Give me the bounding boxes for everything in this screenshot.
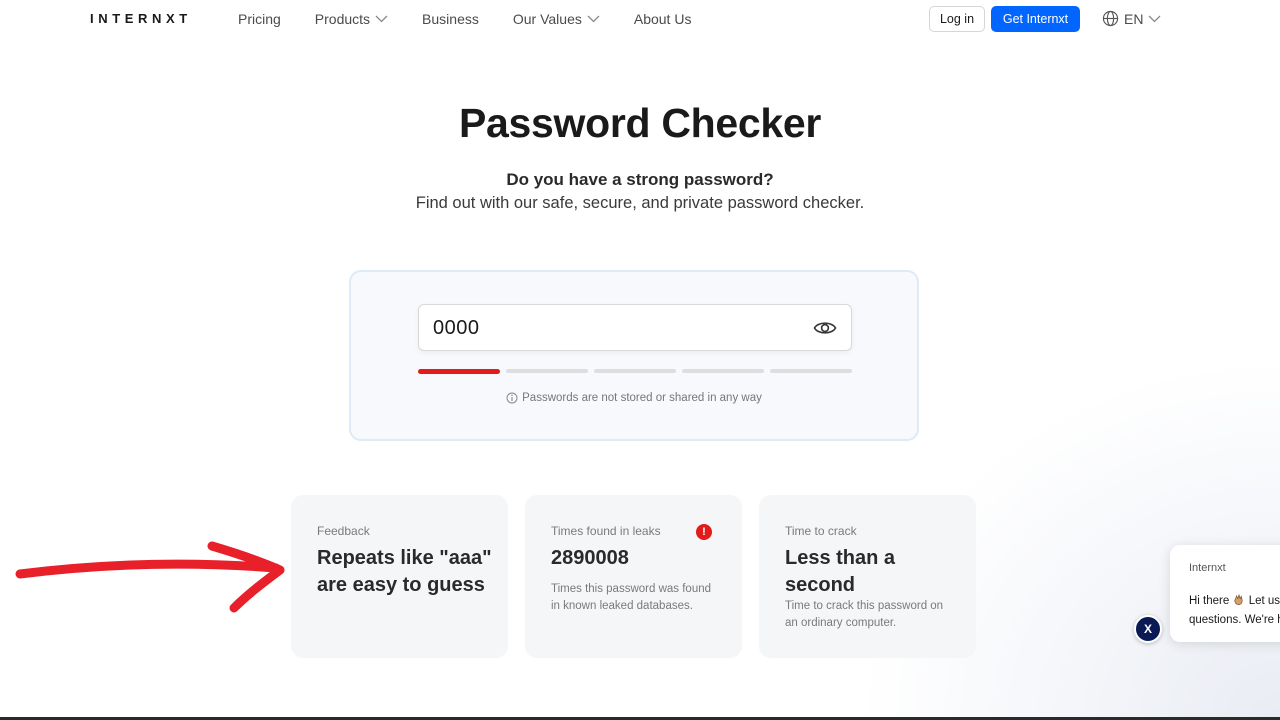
strength-segment xyxy=(506,369,588,373)
chat-close-button[interactable]: X xyxy=(1134,615,1162,643)
nav-about-us-label: About Us xyxy=(633,11,692,27)
nav-our-values-label: Our Values xyxy=(512,11,582,27)
password-field[interactable] xyxy=(418,304,852,351)
privacy-note-text: Passwords are not stored or shared in an… xyxy=(522,392,762,404)
crack-time-card: Time to crack Less than a second Time to… xyxy=(759,495,976,658)
password-checker-panel: Passwords are not stored or shared in an… xyxy=(349,270,919,441)
globe-icon xyxy=(1102,10,1119,27)
chat-second-line: questions. We're h xyxy=(1189,614,1280,626)
nav-pricing-label: Pricing xyxy=(238,11,281,27)
leaks-value: 2890008 xyxy=(551,547,629,569)
nav-about-us[interactable]: About Us xyxy=(634,11,692,27)
password-input[interactable] xyxy=(433,316,793,340)
info-icon xyxy=(506,392,518,404)
nav-products[interactable]: Products xyxy=(315,11,388,27)
chat-message-clip: Internxt Hi there Let us questions. We'r… xyxy=(1170,545,1280,642)
hero-question: Do you have a strong password? xyxy=(506,170,774,189)
chat-message-text: Hi there Let us questions. We're h xyxy=(1189,592,1280,630)
main-nav: Pricing Products Business Our Values Abo… xyxy=(238,11,725,27)
strength-meter xyxy=(418,369,852,374)
crack-time-description: Time to crack this password on an ordina… xyxy=(785,600,944,629)
strength-segment xyxy=(594,369,676,373)
get-internxt-button[interactable]: Get Internxt xyxy=(991,6,1080,32)
waving-hand-icon xyxy=(1234,593,1244,606)
login-button[interactable]: Log in xyxy=(929,6,985,32)
hero-description: Find out with our safe, secure, and priv… xyxy=(415,194,865,212)
leaks-card: Times found in leaks ! 2890008 Times thi… xyxy=(525,495,742,658)
leaks-description: Times this password was found in known l… xyxy=(551,583,712,612)
strength-segment xyxy=(770,369,852,373)
chat-message-bubble[interactable]: Internxt Hi there Let us questions. We'r… xyxy=(1170,545,1280,642)
language-selector[interactable]: EN xyxy=(1102,10,1161,27)
chevron-down-icon xyxy=(587,15,600,23)
page-title: Password Checker xyxy=(458,100,822,146)
nav-our-values[interactable]: Our Values xyxy=(513,11,600,27)
crack-time-label: Time to crack xyxy=(785,524,857,538)
alert-icon: ! xyxy=(696,524,712,540)
eye-icon[interactable] xyxy=(813,319,837,337)
chevron-down-icon xyxy=(1148,15,1161,22)
feedback-value: Repeats like "aaa" are easy to guess xyxy=(317,547,492,596)
chat-sender: Internxt xyxy=(1189,562,1226,574)
chevron-down-icon xyxy=(375,15,388,23)
strength-segment xyxy=(682,369,764,373)
top-navigation-bar: INTERNXT Pricing Products Business Our V… xyxy=(0,0,1280,38)
nav-products-label: Products xyxy=(314,11,371,27)
privacy-note: Passwords are not stored or shared in an… xyxy=(351,392,917,404)
nav-business[interactable]: Business xyxy=(422,11,479,27)
chat-greeting-rest: Let us xyxy=(1248,595,1280,607)
feedback-label: Feedback xyxy=(317,524,370,538)
page: INTERNXT Pricing Products Business Our V… xyxy=(0,0,1280,720)
strength-segment xyxy=(418,369,500,374)
annotation-arrow-icon xyxy=(15,541,285,613)
language-code: EN xyxy=(1124,10,1144,27)
crack-time-value: Less than a second xyxy=(785,547,896,596)
nav-business-label: Business xyxy=(422,11,479,27)
internxt-logo[interactable]: INTERNXT xyxy=(90,11,192,26)
feedback-card: Feedback Repeats like "aaa" are easy to … xyxy=(291,495,508,658)
chat-greeting: Hi there xyxy=(1189,595,1230,607)
nav-pricing[interactable]: Pricing xyxy=(238,11,281,27)
leaks-label: Times found in leaks xyxy=(551,524,661,538)
